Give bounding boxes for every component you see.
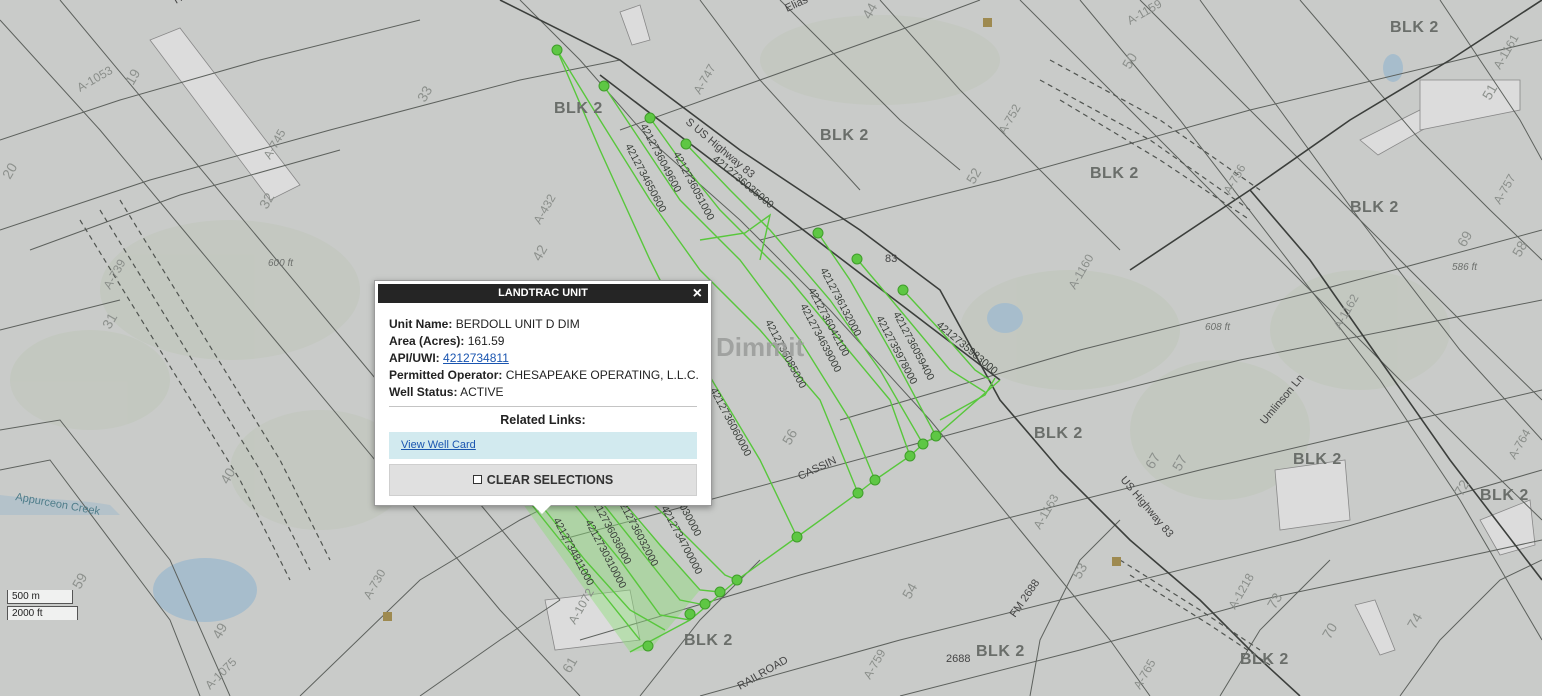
section-label: 58 (1509, 238, 1531, 260)
abstract-label: A-730 (360, 566, 388, 601)
operator-value: CHESAPEAKE OPERATING, L.L.C. (505, 368, 699, 382)
unit-name-value: BERDOLL UNIT D DIM (455, 317, 580, 331)
divider (389, 406, 697, 407)
contour-label: 586 ft (1452, 262, 1478, 273)
road-label: FM 2688 (1008, 577, 1043, 619)
road-label: 83 (885, 253, 897, 265)
well-status-label: Well Status: (389, 385, 458, 399)
section-label: 59 (69, 570, 91, 592)
operator-row: Permitted Operator: CHESAPEAKE OPERATING… (389, 367, 699, 384)
view-well-card-link[interactable]: View Well Card (401, 439, 476, 451)
contour-label: 608 ft (1205, 322, 1231, 333)
abstract-label: A-757 (1490, 171, 1518, 206)
api-row: API/UWI: 4212734811 (389, 350, 697, 367)
abstract-label: A-1053 (75, 63, 116, 95)
abstract-label: A-432 (530, 191, 558, 226)
popup-title: LANDTRAC UNIT (498, 287, 588, 299)
town-label: Dimmit (716, 332, 804, 362)
clear-selections-button[interactable]: CLEAR SELECTIONS (389, 464, 697, 496)
block-label: BLK 2 (820, 127, 869, 144)
area-value: 161.59 (467, 334, 505, 348)
related-links-heading: Related Links: (500, 413, 586, 427)
block-label: BLK 2 (554, 100, 603, 117)
scale-bar-feet: 2000 ft (7, 606, 78, 620)
clear-selections-label: CLEAR SELECTIONS (486, 473, 614, 487)
abstract-label: A-759 (860, 646, 888, 681)
contour-label: 600 ft (268, 258, 294, 269)
road-label: S US Highway 83 (683, 116, 757, 181)
section-label: 70 (1319, 620, 1341, 642)
section-label: 20 (0, 160, 20, 182)
section-label: 52 (963, 165, 985, 187)
block-label: BLK 2 (684, 632, 733, 649)
block-label: BLK 2 (1390, 19, 1439, 36)
abstract-label: A-747 (690, 61, 718, 96)
block-label: BLK 2 (1480, 487, 1529, 504)
section-label: 49 (209, 620, 231, 642)
section-label: 42 (529, 242, 551, 264)
popup-body: Unit Name: BERDOLL UNIT D DIM Area (Acre… (389, 316, 699, 496)
related-links-box: View Well Card (389, 432, 697, 459)
well-status-row: Well Status: ACTIVE (389, 384, 697, 401)
section-label: 53 (1069, 560, 1091, 582)
area-label: Area (Acres): (389, 334, 465, 348)
popup-header: LANDTRAC UNIT × (378, 284, 708, 303)
block-label: BLK 2 (1350, 199, 1399, 216)
unit-name-label: Unit Name: (389, 317, 453, 331)
section-label: 33 (414, 83, 436, 105)
checkbox-icon (472, 475, 482, 484)
unit-name-row: Unit Name: BERDOLL UNIT D DIM (389, 316, 697, 333)
section-label: 61 (559, 654, 581, 676)
abstract-label: A-752 (995, 101, 1023, 136)
abstract-label: A-764 (1505, 426, 1533, 461)
section-label: 56 (779, 426, 801, 448)
popup-pointer (531, 503, 553, 514)
section-label: 69 (1454, 228, 1476, 250)
landtrac-unit-popup: LANDTRAC UNIT × Unit Name: BERDOLL UNIT … (374, 280, 712, 506)
block-label: BLK 2 (1090, 165, 1139, 182)
abstract-label: A-1159 (1125, 0, 1165, 28)
map-canvas[interactable]: BLK 2 BLK 2 BLK 2 BLK 2 BLK 2 BLK 2 BLK 2 BLK 2… (0, 0, 1542, 696)
area-row: Area (Acres): 161.59 (389, 333, 697, 350)
road-label: Elias Cou (783, 0, 831, 15)
road-label: 2688 (946, 653, 970, 665)
section-label: 54 (899, 580, 921, 602)
api-label: API/UWI: (389, 351, 440, 365)
api-well-label: 4212736060000 (707, 386, 753, 459)
operator-label: Permitted Operator: (389, 368, 503, 382)
block-label: BLK 2 (976, 643, 1025, 660)
abstract-label: A-1075 (202, 655, 239, 692)
block-label: BLK 2 (1240, 651, 1289, 668)
well-status-value: ACTIVE (460, 385, 504, 399)
close-icon[interactable]: × (693, 284, 702, 303)
section-label: 19 (122, 66, 144, 88)
block-label: BLK 2 (1293, 451, 1342, 468)
api-link[interactable]: 4212734811 (443, 351, 509, 365)
section-label: 74 (1404, 610, 1426, 632)
road-label: CASSIN (796, 455, 838, 483)
scale-bar-meters: 500 m (7, 590, 73, 604)
block-label: BLK 2 (1034, 425, 1083, 442)
road-label: Hoppe Rd (172, 0, 221, 7)
